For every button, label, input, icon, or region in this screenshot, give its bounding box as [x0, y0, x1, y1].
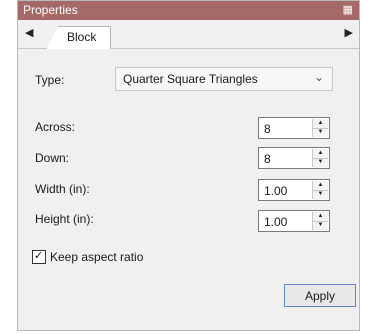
width-label: Width (in):	[35, 182, 90, 196]
tab-strip: ◀ Block ▶	[18, 20, 359, 49]
pin-icon[interactable]: ▦	[343, 3, 353, 16]
check-icon: ✓	[34, 250, 44, 262]
apply-button[interactable]: Apply	[284, 284, 356, 307]
down-spin-buttons: ▲ ▼	[312, 149, 328, 167]
arrow-right-icon[interactable]: ▶	[345, 26, 353, 39]
tab-block-label: Block	[67, 30, 97, 44]
across-value: 8	[264, 122, 271, 136]
width-value: 1.00	[264, 184, 288, 198]
arrow-left-icon[interactable]: ◀	[25, 26, 33, 39]
panel-title: Properties	[23, 3, 78, 17]
width-stepper[interactable]: 1.00 ▲ ▼	[258, 179, 330, 201]
width-decrement-icon[interactable]: ▼	[313, 190, 328, 199]
down-label: Down:	[35, 151, 70, 165]
height-value: 1.00	[264, 215, 288, 229]
panel-titlebar: Properties ▦	[18, 1, 359, 20]
tab-block[interactable]: Block	[46, 26, 112, 49]
keep-aspect-checkbox[interactable]: ✓	[32, 250, 46, 264]
across-spin-buttons: ▲ ▼	[312, 119, 328, 137]
across-decrement-icon[interactable]: ▼	[313, 128, 328, 137]
across-stepper[interactable]: 8 ▲ ▼	[258, 117, 330, 139]
width-spin-buttons: ▲ ▼	[312, 181, 328, 199]
type-label: Type:	[35, 73, 65, 87]
height-stepper[interactable]: 1.00 ▲ ▼	[258, 210, 330, 232]
height-label: Height (in):	[35, 212, 94, 226]
chevron-down-icon: ⌄	[313, 70, 324, 84]
down-stepper[interactable]: 8 ▲ ▼	[258, 147, 330, 169]
down-decrement-icon[interactable]: ▼	[313, 158, 328, 167]
type-dropdown[interactable]: Quarter Square Triangles ⌄	[115, 67, 333, 91]
down-value: 8	[264, 152, 271, 166]
across-label: Across:	[35, 120, 76, 134]
keep-aspect-label: Keep aspect ratio	[50, 250, 144, 264]
type-dropdown-value: Quarter Square Triangles	[123, 72, 258, 86]
height-spin-buttons: ▲ ▼	[312, 212, 328, 230]
height-decrement-icon[interactable]: ▼	[313, 221, 328, 230]
properties-panel: Properties ▦ ◀ Block ▶ Type: Quarter Squ…	[17, 0, 360, 331]
